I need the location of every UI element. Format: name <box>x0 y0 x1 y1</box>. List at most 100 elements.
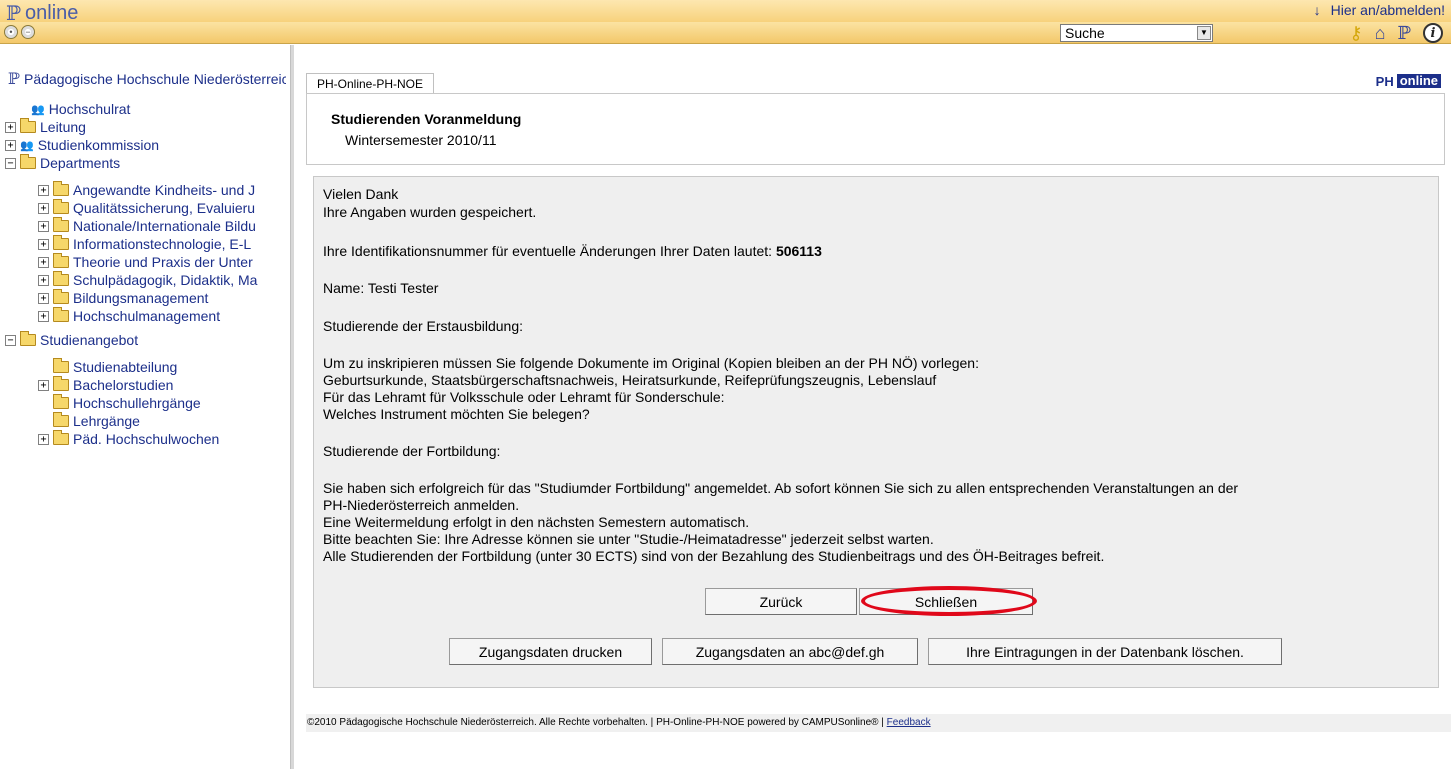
text-thanks: Vielen Dank <box>323 186 399 202</box>
sidebar-item[interactable]: + Angewandte Kindheits- und J <box>38 181 255 199</box>
feedback-link[interactable]: Feedback <box>887 717 931 728</box>
text-weitermeldung: Eine Weitermeldung erfolgt in den nächst… <box>323 514 750 530</box>
print-credentials-button[interactable]: Zugangsdaten drucken <box>449 638 652 665</box>
expand-icon[interactable]: + <box>38 202 49 214</box>
folder-icon <box>20 118 36 133</box>
text-fee-exemption: Alle Studierenden der Fortbildung (unter… <box>323 548 1105 564</box>
sidebar-root[interactable]: ℙ Pädagogische Hochschule Niederösterrei… <box>8 69 286 88</box>
expand-icon[interactable]: + <box>38 220 49 232</box>
folder-icon <box>53 271 69 286</box>
sidebar-item[interactable]: + Theorie und Praxis der Unter <box>38 253 253 271</box>
people-icon: 👥 <box>20 139 34 152</box>
sidebar-item-label: Bildungsmanagement <box>73 290 209 306</box>
sidebar-item[interactable]: Lehrgänge <box>53 412 140 430</box>
search-select[interactable]: Suche ▼ <box>1060 24 1213 42</box>
identification-number: 506113 <box>775 243 822 259</box>
sidebar-splitter[interactable] <box>290 45 294 769</box>
expand-icon[interactable]: + <box>38 256 49 268</box>
page-title: Studierenden Voranmeldung <box>331 111 522 127</box>
sidebar-item[interactable]: Studienabteilung <box>53 358 177 376</box>
ph-icon[interactable]: ℙ <box>1397 23 1411 44</box>
page-heading: Studierenden Voranmeldung Wintersemester… <box>306 93 1445 165</box>
sidebar-item[interactable]: + Qualitätssicherung, Evaluieru <box>38 199 255 217</box>
sidebar-item[interactable]: + Nationale/Internationale Bildu <box>38 217 256 235</box>
toolbar: • − Suche ▼ ⚷ ⌂ ℙ i <box>0 22 1451 44</box>
folder-icon <box>53 307 69 322</box>
folder-icon <box>53 289 69 304</box>
sidebar-item[interactable]: + Leitung <box>5 118 86 136</box>
folder-icon <box>20 154 36 169</box>
sidebar-item[interactable]: + Schulpädagogik, Didaktik, Ma <box>38 271 257 289</box>
text-instrument: Welches Instrument möchten Sie belegen? <box>323 406 590 422</box>
expand-icon[interactable]: + <box>5 121 16 133</box>
key-icon[interactable]: ⚷ <box>1349 23 1362 44</box>
folder-icon <box>53 181 69 196</box>
sidebar-item[interactable]: + Bildungsmanagement <box>38 289 208 307</box>
footer: ©2010 Pädagogische Hochschule Niederöste… <box>306 714 1451 732</box>
toolbar-icons: ⚷ ⌂ ℙ i <box>1349 23 1443 44</box>
sidebar-item-label: Nationale/Internationale Bildu <box>73 218 256 234</box>
sidebar-item[interactable]: 👥 Hochschulrat <box>31 100 130 118</box>
ph-icon: ℙ <box>8 69 21 88</box>
expand-icon[interactable]: + <box>38 274 49 286</box>
send-credentials-button[interactable]: Zugangsdaten an abc@def.gh <box>662 638 918 665</box>
expand-icon[interactable]: + <box>5 139 16 151</box>
sidebar-item[interactable]: + Informationstechnologie, E-L <box>38 235 251 253</box>
text-fortbildung-success: Sie haben sich erfolgreich für das "Stud… <box>323 480 1239 496</box>
sidebar-item-label: Bachelorstudien <box>73 377 174 393</box>
sidebar-item-label: Hochschulrat <box>48 101 131 117</box>
sidebar-item-label: Theorie und Praxis der Unter <box>73 254 253 270</box>
sidebar-item[interactable]: − Departments <box>5 154 120 172</box>
folder-icon <box>20 331 36 346</box>
text-fortbildung-heading: Studierende der Fortbildung: <box>323 443 501 459</box>
back-icon[interactable]: • <box>4 25 18 39</box>
expand-icon[interactable]: + <box>38 310 49 322</box>
tab-label: PH-Online-PH-NOE <box>317 77 424 91</box>
sidebar-item[interactable]: + Hochschulmanagement <box>38 307 220 325</box>
people-icon: 👥 <box>31 103 45 116</box>
arrow-down-icon: ↓ <box>1313 2 1321 18</box>
expand-icon[interactable]: + <box>38 379 49 391</box>
sidebar-item[interactable]: + Päd. Hochschulwochen <box>38 430 219 448</box>
sidebar-item-label: Hochschullehrgänge <box>73 395 201 411</box>
sidebar-item-label: Departments <box>40 155 121 171</box>
text-name: Name: Testi Tester <box>323 280 439 296</box>
close-button[interactable]: Schließen <box>859 588 1033 615</box>
expand-icon[interactable]: + <box>38 292 49 304</box>
sidebar-item-label: Päd. Hochschulwochen <box>73 431 220 447</box>
ph-online-logo: PH online <box>1375 74 1441 89</box>
sidebar-item-label: Informationstechnologie, E-L <box>73 236 252 252</box>
sidebar-item-label: Studienangebot <box>40 332 139 348</box>
expand-icon[interactable]: + <box>38 238 49 250</box>
folder-icon <box>53 412 69 427</box>
chevron-down-icon[interactable]: ▼ <box>1197 26 1211 40</box>
delete-entries-button[interactable]: Ihre Eintragungen in der Datenbank lösch… <box>928 638 1282 665</box>
folder-icon <box>53 358 69 373</box>
sidebar-item[interactable]: + Bachelorstudien <box>38 376 173 394</box>
login-link[interactable]: ↓ Hier an/abmelden! <box>1314 2 1445 18</box>
folder-icon <box>53 376 69 391</box>
login-text[interactable]: Hier an/abmelden! <box>1331 2 1445 18</box>
footer-text: ©2010 Pädagogische Hochschule Niederöste… <box>307 717 887 728</box>
expand-icon[interactable]: + <box>38 184 49 196</box>
sidebar-item[interactable]: − Studienangebot <box>5 331 138 349</box>
text-documents-list: Geburtsurkunde, Staatsbürgerschaftsnachw… <box>323 372 937 388</box>
collapse-icon[interactable]: − <box>5 334 16 346</box>
text-lehramt: Für das Lehramt für Volksschule oder Leh… <box>323 389 725 405</box>
collapse-icon[interactable]: − <box>5 157 16 169</box>
nav-buttons: • − <box>4 25 35 39</box>
sidebar-item-label: Angewandte Kindheits- und J <box>73 182 256 198</box>
sidebar-item[interactable]: + 👥 Studienkommission <box>5 136 159 154</box>
forward-icon[interactable]: − <box>21 25 35 39</box>
logo-ph-text: PH <box>1375 74 1394 89</box>
sidebar-item[interactable]: Hochschullehrgänge <box>53 394 201 412</box>
info-icon[interactable]: i <box>1423 23 1443 43</box>
page-subtitle: Wintersemester 2010/11 <box>345 132 497 148</box>
home-icon[interactable]: ⌂ <box>1375 23 1386 44</box>
back-button[interactable]: Zurück <box>705 588 857 615</box>
sidebar-item-label: Qualitätssicherung, Evaluieru <box>73 200 256 216</box>
tab-ph-online[interactable]: PH-Online-PH-NOE <box>306 73 435 93</box>
expand-icon[interactable]: + <box>38 433 49 445</box>
folder-icon <box>53 394 69 409</box>
folder-icon <box>53 217 69 232</box>
